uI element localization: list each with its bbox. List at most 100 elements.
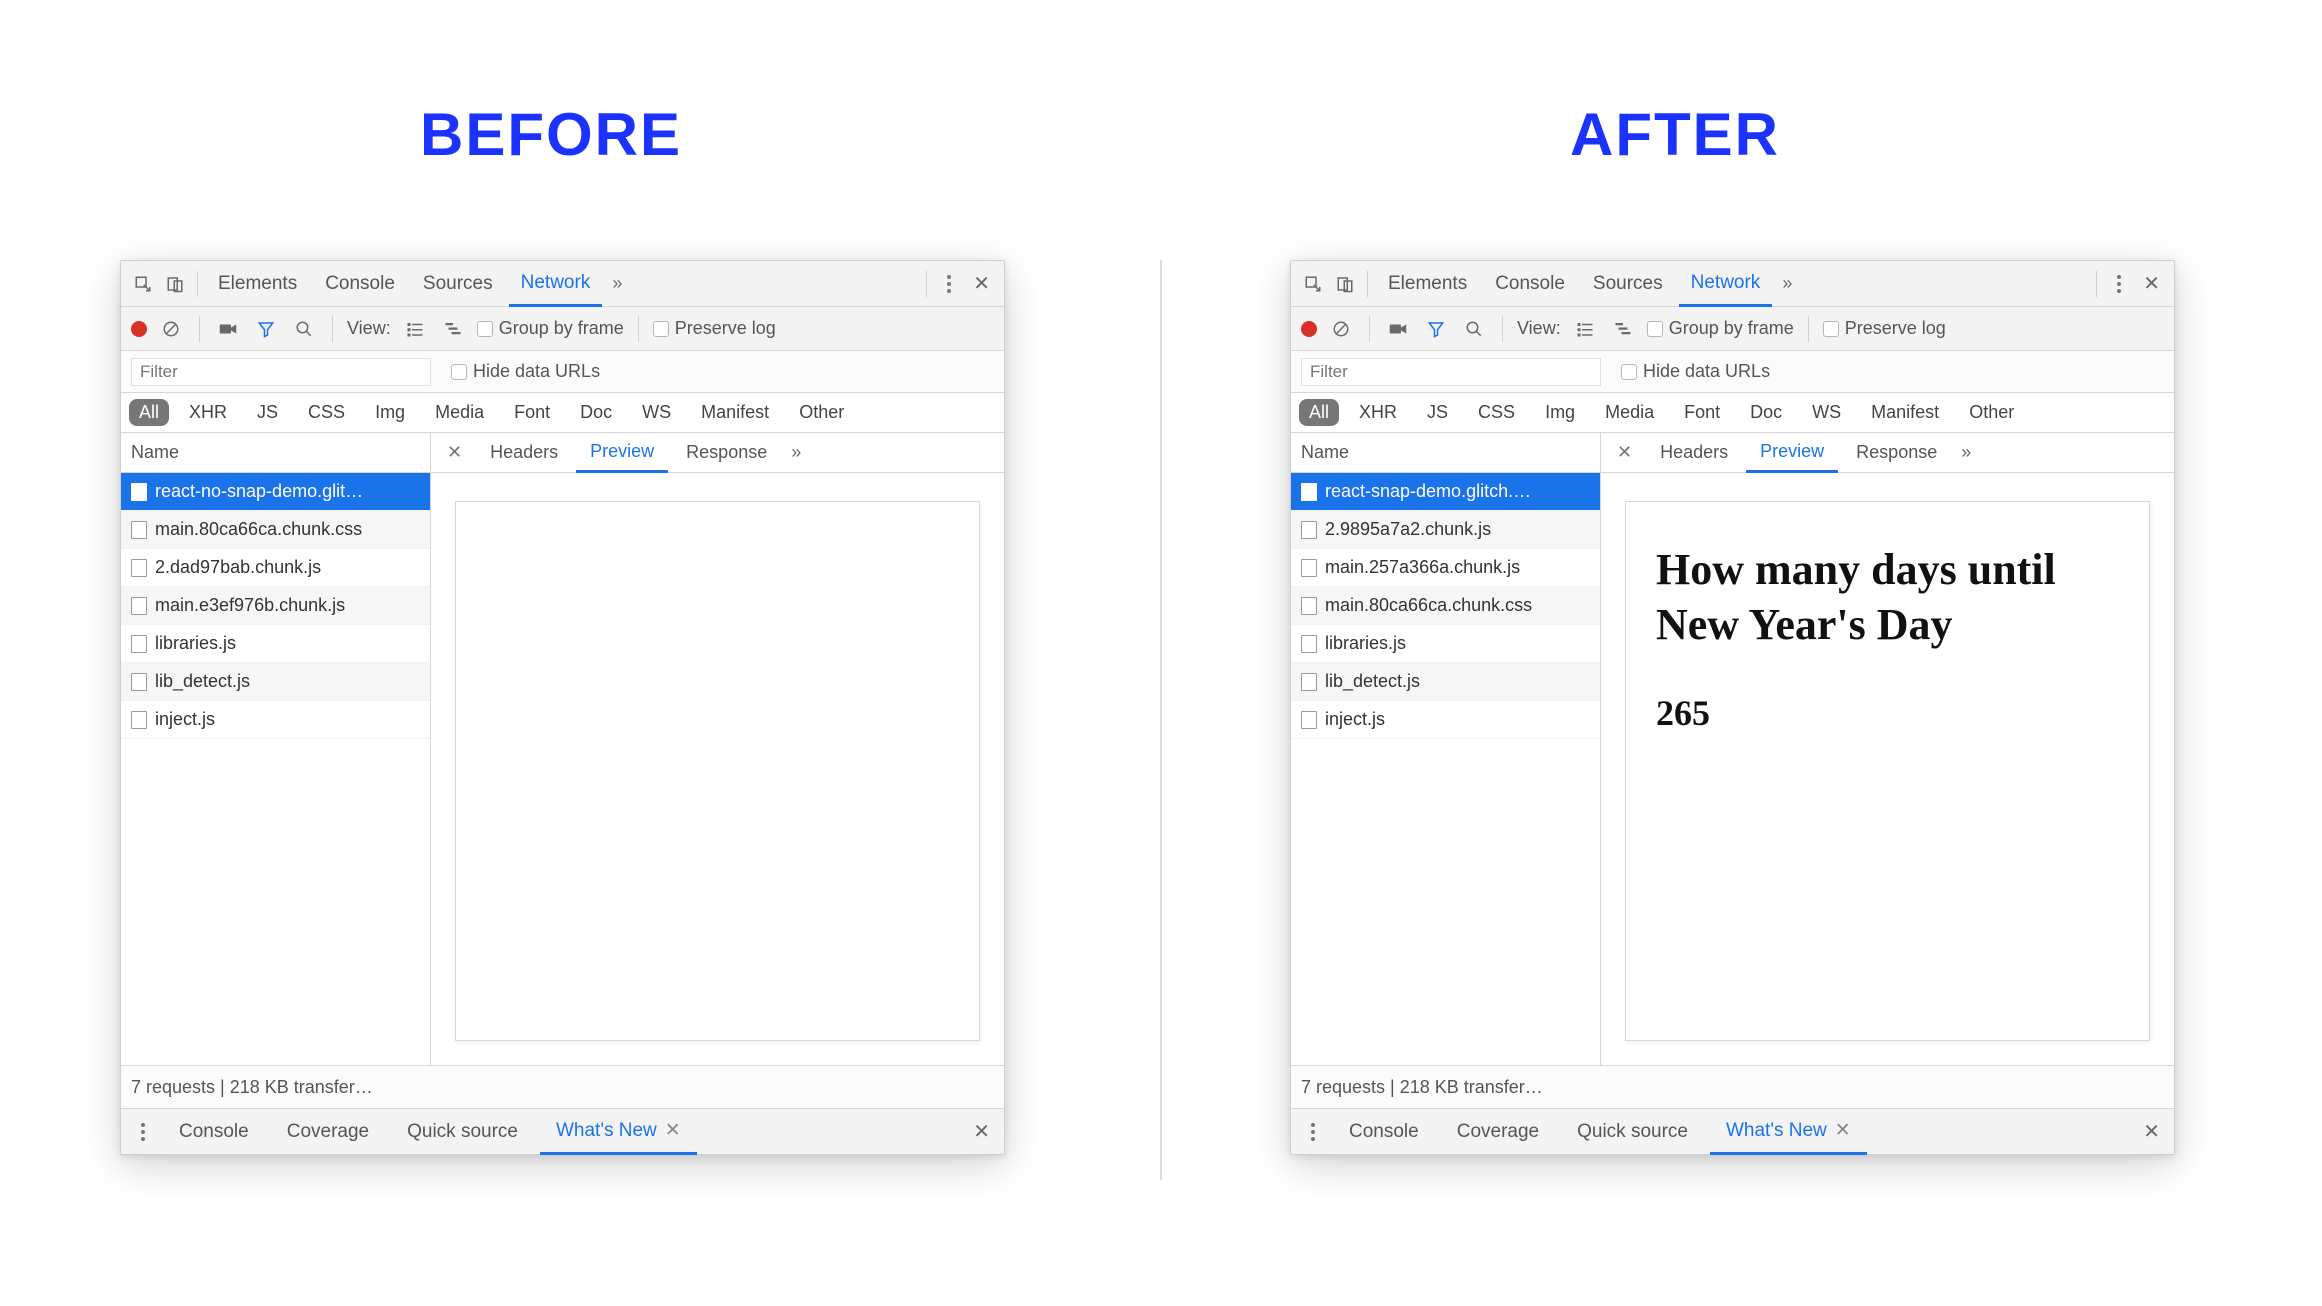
tab-sources[interactable]: Sources xyxy=(1581,261,1675,307)
more-detail-tabs-icon[interactable]: » xyxy=(785,442,807,463)
detail-tab-response[interactable]: Response xyxy=(1842,433,1951,473)
list-view-icon[interactable] xyxy=(401,315,429,343)
drawer-tab-whatsnew[interactable]: What's New✕ xyxy=(1710,1109,1867,1155)
type-other[interactable]: Other xyxy=(789,399,854,426)
list-view-icon[interactable] xyxy=(1571,315,1599,343)
type-ws[interactable]: WS xyxy=(632,399,681,426)
request-list-header[interactable]: Name xyxy=(1291,433,1600,473)
request-row[interactable]: 2.dad97bab.chunk.js xyxy=(121,549,430,587)
type-doc[interactable]: Doc xyxy=(570,399,622,426)
request-row[interactable]: react-no-snap-demo.glit… xyxy=(121,473,430,511)
detail-tab-response[interactable]: Response xyxy=(672,433,781,473)
type-js[interactable]: JS xyxy=(1417,399,1458,426)
type-manifest[interactable]: Manifest xyxy=(691,399,779,426)
type-media[interactable]: Media xyxy=(425,399,494,426)
detail-tab-headers[interactable]: Headers xyxy=(1646,433,1742,473)
detail-tab-preview[interactable]: Preview xyxy=(576,433,668,473)
clear-icon[interactable] xyxy=(1327,315,1355,343)
filter-input[interactable] xyxy=(131,358,431,386)
device-toggle-icon[interactable] xyxy=(161,270,189,298)
request-row[interactable]: libraries.js xyxy=(1291,625,1600,663)
kebab-menu-icon[interactable] xyxy=(935,270,963,298)
request-row[interactable]: inject.js xyxy=(121,701,430,739)
request-row[interactable]: lib_detect.js xyxy=(121,663,430,701)
close-devtools-icon[interactable]: ✕ xyxy=(967,271,996,296)
drawer-tab-console[interactable]: Console xyxy=(163,1109,265,1155)
tab-sources[interactable]: Sources xyxy=(411,261,505,307)
detail-tab-headers[interactable]: Headers xyxy=(476,433,572,473)
preserve-log-checkbox[interactable]: Preserve log xyxy=(1823,318,1946,339)
group-by-frame-checkbox[interactable]: Group by frame xyxy=(1647,318,1794,339)
close-devtools-icon[interactable]: ✕ xyxy=(2137,271,2166,296)
close-drawer-icon[interactable]: ✕ xyxy=(2137,1119,2166,1144)
tab-elements[interactable]: Elements xyxy=(1376,261,1479,307)
waterfall-view-icon[interactable] xyxy=(439,315,467,343)
request-row[interactable]: main.e3ef976b.chunk.js xyxy=(121,587,430,625)
drawer-tab-coverage[interactable]: Coverage xyxy=(271,1109,385,1155)
filter-icon[interactable] xyxy=(252,315,280,343)
device-toggle-icon[interactable] xyxy=(1331,270,1359,298)
type-all[interactable]: All xyxy=(1299,399,1339,426)
request-row[interactable]: main.257a366a.chunk.js xyxy=(1291,549,1600,587)
filter-input[interactable] xyxy=(1301,358,1601,386)
drawer-tab-console[interactable]: Console xyxy=(1333,1109,1435,1155)
type-xhr[interactable]: XHR xyxy=(1349,399,1407,426)
type-css[interactable]: CSS xyxy=(298,399,355,426)
type-xhr[interactable]: XHR xyxy=(179,399,237,426)
drawer-kebab-icon[interactable] xyxy=(1299,1118,1327,1146)
inspect-icon[interactable] xyxy=(129,270,157,298)
request-row[interactable]: libraries.js xyxy=(121,625,430,663)
record-icon[interactable] xyxy=(1301,321,1317,337)
drawer-kebab-icon[interactable] xyxy=(129,1118,157,1146)
request-row[interactable]: main.80ca66ca.chunk.css xyxy=(1291,587,1600,625)
close-pane-icon[interactable]: ✕ xyxy=(1607,442,1642,463)
more-tabs-icon[interactable]: » xyxy=(606,273,628,294)
drawer-tab-coverage[interactable]: Coverage xyxy=(1441,1109,1555,1155)
request-list-header[interactable]: Name xyxy=(121,433,430,473)
type-doc[interactable]: Doc xyxy=(1740,399,1792,426)
tab-console[interactable]: Console xyxy=(313,261,407,307)
drawer-tab-quicksource[interactable]: Quick source xyxy=(1561,1109,1704,1155)
drawer-tab-whatsnew[interactable]: What's New✕ xyxy=(540,1109,697,1155)
inspect-icon[interactable] xyxy=(1299,270,1327,298)
search-icon[interactable] xyxy=(290,315,318,343)
clear-icon[interactable] xyxy=(157,315,185,343)
waterfall-view-icon[interactable] xyxy=(1609,315,1637,343)
more-tabs-icon[interactable]: » xyxy=(1776,273,1798,294)
type-manifest[interactable]: Manifest xyxy=(1861,399,1949,426)
group-by-frame-checkbox[interactable]: Group by frame xyxy=(477,318,624,339)
search-icon[interactable] xyxy=(1460,315,1488,343)
request-row[interactable]: main.80ca66ca.chunk.css xyxy=(121,511,430,549)
request-row[interactable]: inject.js xyxy=(1291,701,1600,739)
hide-data-urls-checkbox[interactable]: Hide data URLs xyxy=(451,361,600,382)
request-row[interactable]: react-snap-demo.glitch.… xyxy=(1291,473,1600,511)
detail-tab-preview[interactable]: Preview xyxy=(1746,433,1838,473)
type-font[interactable]: Font xyxy=(504,399,560,426)
type-css[interactable]: CSS xyxy=(1468,399,1525,426)
type-media[interactable]: Media xyxy=(1595,399,1664,426)
drawer-tab-quicksource[interactable]: Quick source xyxy=(391,1109,534,1155)
type-img[interactable]: Img xyxy=(1535,399,1585,426)
request-row[interactable]: 2.9895a7a2.chunk.js xyxy=(1291,511,1600,549)
tab-elements[interactable]: Elements xyxy=(206,261,309,307)
request-row[interactable]: lib_detect.js xyxy=(1291,663,1600,701)
type-all[interactable]: All xyxy=(129,399,169,426)
type-img[interactable]: Img xyxy=(365,399,415,426)
type-other[interactable]: Other xyxy=(1959,399,2024,426)
close-tab-icon[interactable]: ✕ xyxy=(665,1119,681,1142)
type-js[interactable]: JS xyxy=(247,399,288,426)
camera-icon[interactable] xyxy=(1384,315,1412,343)
record-icon[interactable] xyxy=(131,321,147,337)
more-detail-tabs-icon[interactable]: » xyxy=(1955,442,1977,463)
kebab-menu-icon[interactable] xyxy=(2105,270,2133,298)
type-ws[interactable]: WS xyxy=(1802,399,1851,426)
tab-network[interactable]: Network xyxy=(1679,261,1773,307)
close-tab-icon[interactable]: ✕ xyxy=(1835,1119,1851,1142)
type-font[interactable]: Font xyxy=(1674,399,1730,426)
filter-icon[interactable] xyxy=(1422,315,1450,343)
tab-console[interactable]: Console xyxy=(1483,261,1577,307)
close-drawer-icon[interactable]: ✕ xyxy=(967,1119,996,1144)
close-pane-icon[interactable]: ✕ xyxy=(437,442,472,463)
camera-icon[interactable] xyxy=(214,315,242,343)
preserve-log-checkbox[interactable]: Preserve log xyxy=(653,318,776,339)
